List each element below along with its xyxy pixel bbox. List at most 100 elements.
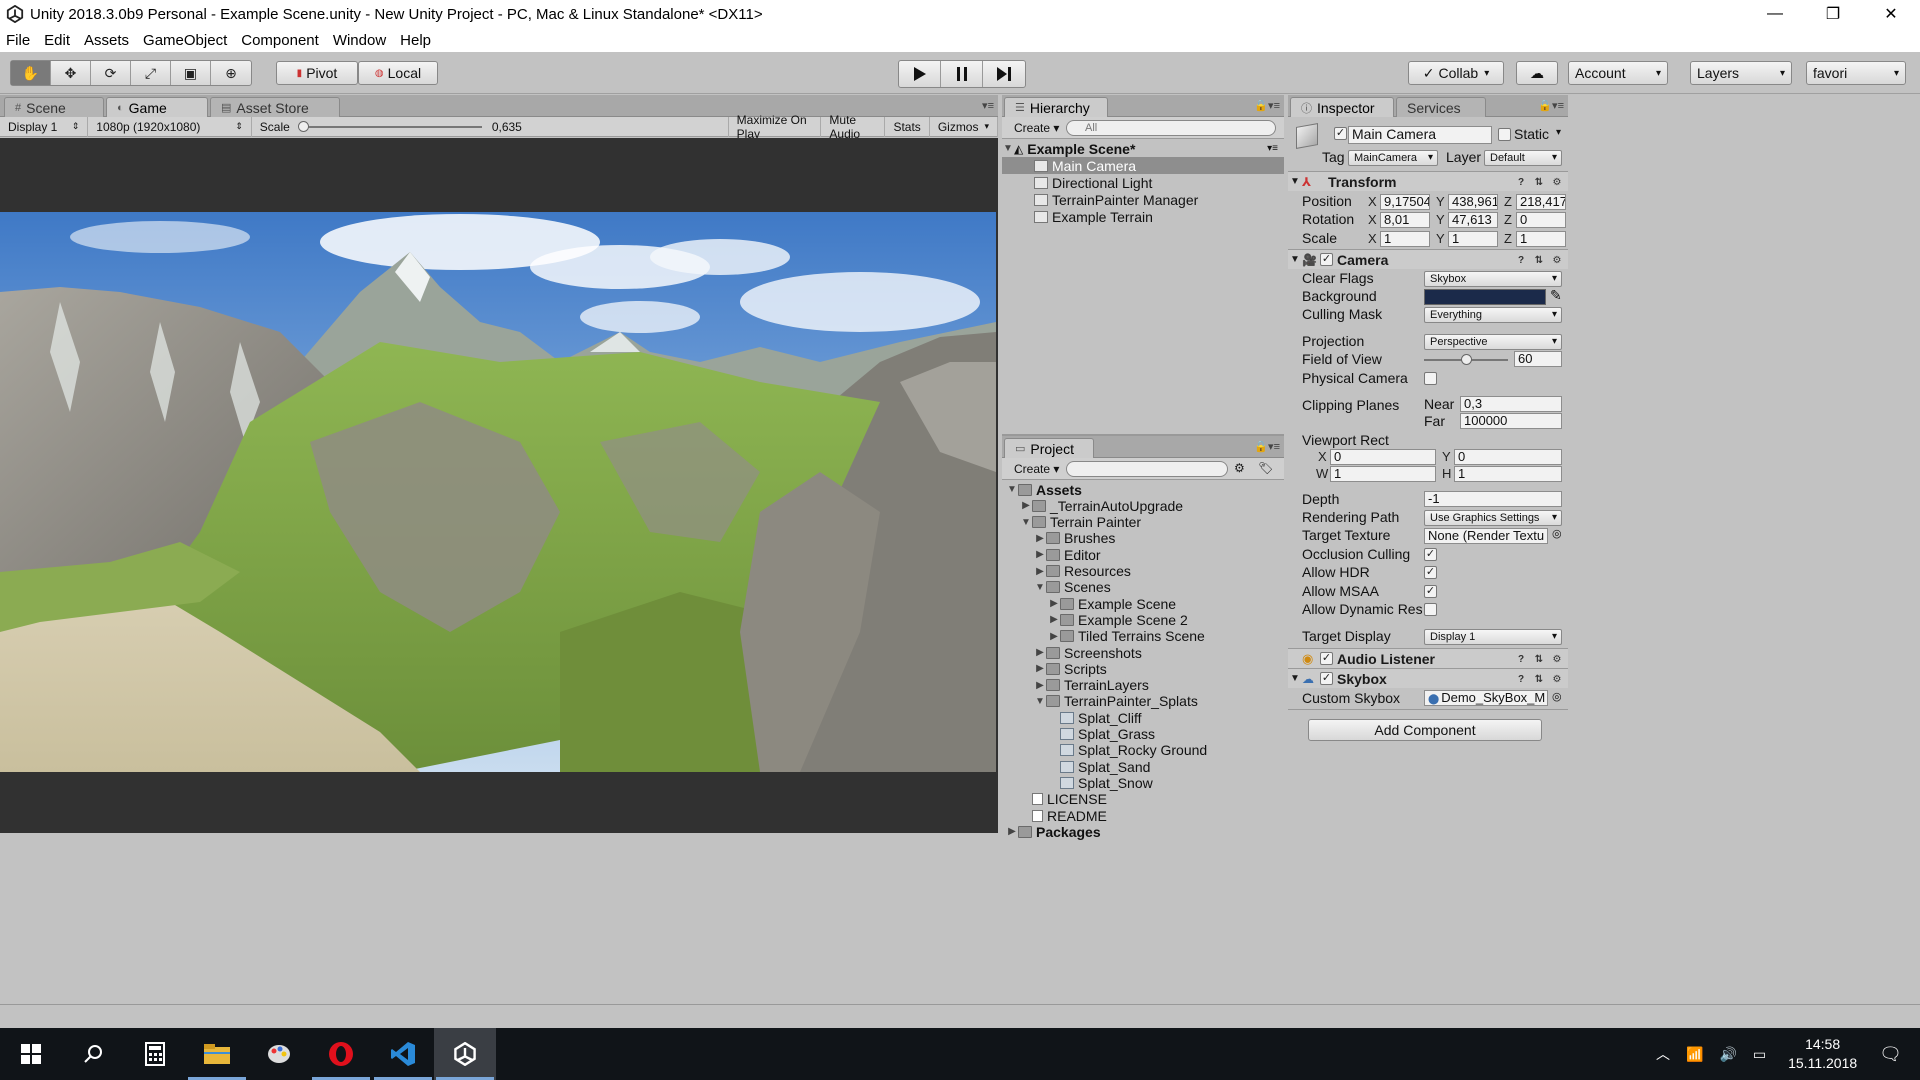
collapsed-arrow-icon[interactable]: ▶ [1034, 549, 1046, 560]
help-icon[interactable]: ? [1514, 253, 1528, 267]
project-item[interactable]: ▶ Scripts [1002, 660, 1284, 677]
mute-audio-toggle[interactable]: Mute Audio [821, 113, 886, 141]
settings-gear-icon[interactable]: ⚙ [1550, 672, 1564, 686]
network-icon[interactable]: 📶 [1686, 1046, 1703, 1063]
gizmos-dropdown[interactable]: Gizmos ▾ [930, 116, 999, 137]
expanded-arrow-icon[interactable]: ▼ [1020, 517, 1032, 528]
project-item[interactable]: ▶ Example Scene [1002, 595, 1284, 612]
preset-icon[interactable]: ⇅ [1532, 175, 1546, 189]
hierarchy-item-directional-light[interactable]: Directional Light [1002, 174, 1284, 191]
viewport-h-field[interactable]: 1 [1454, 466, 1562, 482]
preset-icon[interactable]: ⇅ [1532, 672, 1546, 686]
project-item[interactable]: ▶ Packages [1002, 823, 1284, 840]
collapsed-arrow-icon[interactable]: ▶ [1048, 614, 1060, 625]
position-y-field[interactable]: 438,961 [1448, 194, 1498, 210]
settings-gear-icon[interactable]: ⚙ [1550, 175, 1564, 189]
layout-dropdown[interactable]: favori ▾ [1806, 61, 1906, 85]
culling-mask-dropdown[interactable]: Everything [1424, 307, 1562, 323]
cloud-icon[interactable]: ☁ [1516, 61, 1558, 85]
project-item[interactable]: ▶ Editor [1002, 546, 1284, 563]
collapsed-arrow-icon[interactable]: ▶ [1048, 598, 1060, 609]
volume-icon[interactable]: 🔊 [1719, 1046, 1736, 1063]
project-item[interactable]: ▼ Scenes [1002, 579, 1284, 596]
collapsed-arrow-icon[interactable]: ▶ [1034, 680, 1046, 691]
local-button[interactable]: ◍ Local [358, 61, 438, 85]
help-icon[interactable]: ? [1514, 175, 1528, 189]
tab-services[interactable]: Services [1396, 97, 1486, 117]
tab-project[interactable]: ▭ Project [1004, 438, 1094, 458]
rotation-x-field[interactable]: 8,01 [1380, 212, 1430, 228]
resolution-dropdown[interactable]: 1080p (1920x1080) ⇕ [88, 116, 252, 137]
collapsed-arrow-icon[interactable]: ▶ [1034, 647, 1046, 658]
rotation-y-field[interactable]: 47,613 [1448, 212, 1498, 228]
help-icon[interactable]: ? [1514, 652, 1528, 666]
file-explorer-icon[interactable] [186, 1028, 248, 1080]
menu-help[interactable]: Help [400, 32, 431, 49]
collapsed-arrow-icon[interactable]: ▶ [1048, 631, 1060, 642]
hierarchy-create-dropdown[interactable]: Create ▾ [1008, 120, 1065, 136]
position-z-field[interactable]: 218,417 [1516, 194, 1566, 210]
rotation-z-field[interactable]: 0 [1516, 212, 1566, 228]
tab-hierarchy[interactable]: ☰ Hierarchy [1004, 97, 1108, 117]
preset-icon[interactable]: ⇅ [1532, 652, 1546, 666]
fov-slider-thumb[interactable] [1461, 354, 1472, 365]
project-item[interactable]: Splat_Snow [1002, 774, 1284, 791]
eyedropper-icon[interactable]: ✎ [1550, 287, 1562, 304]
search-icon[interactable] [62, 1028, 124, 1080]
near-field[interactable]: 0,3 [1460, 396, 1562, 412]
viewport-y-field[interactable]: 0 [1454, 449, 1562, 465]
collapsed-arrow-icon[interactable]: ▶ [1020, 500, 1032, 511]
account-dropdown[interactable]: Account ▾ [1568, 61, 1668, 85]
project-item[interactable]: ▶ _TerrainAutoUpgrade [1002, 497, 1284, 514]
minimize-button[interactable]: — [1746, 0, 1804, 28]
rotate-icon[interactable]: ⟳ [91, 61, 131, 85]
project-item[interactable]: Splat_Rocky Ground [1002, 742, 1284, 759]
project-item[interactable]: ▶ Brushes [1002, 530, 1284, 547]
panel-menu-icon[interactable]: ▾≡ [982, 99, 994, 112]
object-picker-icon[interactable]: ◎ [1552, 527, 1562, 540]
menu-file[interactable]: File [6, 32, 30, 49]
projection-dropdown[interactable]: Perspective [1424, 334, 1562, 350]
hierarchy-item-terrainpainter-manager[interactable]: TerrainPainter Manager [1002, 191, 1284, 208]
settings-gear-icon[interactable]: ⚙ [1550, 253, 1564, 267]
transform-icon[interactable]: ⊕ [211, 61, 251, 85]
project-item[interactable]: ▶ TerrainLayers [1002, 677, 1284, 694]
hierarchy-menu-icon[interactable]: 🔒▾≡ [1254, 99, 1280, 112]
depth-field[interactable]: -1 [1424, 491, 1562, 507]
battery-icon[interactable]: ▭ [1753, 1046, 1766, 1063]
physical-camera-checkbox[interactable] [1424, 372, 1437, 385]
collapsed-arrow-icon[interactable]: ▶ [1034, 663, 1046, 674]
collapsed-arrow-icon[interactable]: ▶ [1006, 826, 1018, 837]
active-checkbox[interactable]: ✓ [1334, 127, 1347, 140]
opera-browser-icon[interactable] [310, 1028, 372, 1080]
far-field[interactable]: 100000 [1460, 413, 1562, 429]
scale-slider[interactable]: Scale 0,635 [252, 116, 729, 137]
allow-dynamic-resolution-checkbox[interactable] [1424, 603, 1437, 616]
background-color-swatch[interactable] [1424, 289, 1546, 305]
chevron-up-icon[interactable]: ︿ [1656, 1044, 1670, 1064]
skybox-enabled-checkbox[interactable]: ✓ [1320, 672, 1333, 685]
menu-edit[interactable]: Edit [44, 32, 70, 49]
project-item[interactable]: Splat_Cliff [1002, 709, 1284, 726]
settings-gear-icon[interactable]: ⚙ [1550, 652, 1564, 666]
menu-gameobject[interactable]: GameObject [143, 32, 227, 49]
project-item[interactable]: ▼ Terrain Painter [1002, 514, 1284, 531]
layer-dropdown[interactable]: Default [1484, 150, 1562, 166]
static-dropdown-icon[interactable]: ▾ [1556, 127, 1561, 138]
custom-skybox-field[interactable]: ⬤ Demo_SkyBox_M [1424, 690, 1548, 706]
project-item[interactable]: ▶ Tiled Terrains Scene [1002, 628, 1284, 645]
project-item[interactable]: Splat_Sand [1002, 758, 1284, 775]
tab-game[interactable]: ◐ Game [106, 97, 208, 117]
project-item[interactable]: ▶ Resources [1002, 563, 1284, 580]
scale-z-field[interactable]: 1 [1516, 231, 1566, 247]
object-picker-icon[interactable]: ◎ [1552, 690, 1562, 703]
collapse-arrow-icon[interactable]: ▼ [1288, 254, 1302, 265]
preset-icon[interactable]: ⇅ [1532, 253, 1546, 267]
hierarchy-item-main-camera[interactable]: Main Camera [1002, 157, 1284, 174]
scale-slider-thumb[interactable] [297, 120, 309, 132]
tag-dropdown[interactable]: MainCamera [1348, 150, 1438, 166]
expanded-arrow-icon[interactable]: ▼ [1034, 696, 1046, 707]
viewport-x-field[interactable]: 0 [1330, 449, 1436, 465]
transform-header[interactable]: ▼ ⅄ Transform ? ⇅ ⚙ [1288, 171, 1568, 191]
camera-header[interactable]: ▼ 🎥 ✓ Camera ? ⇅ ⚙ [1288, 249, 1568, 269]
